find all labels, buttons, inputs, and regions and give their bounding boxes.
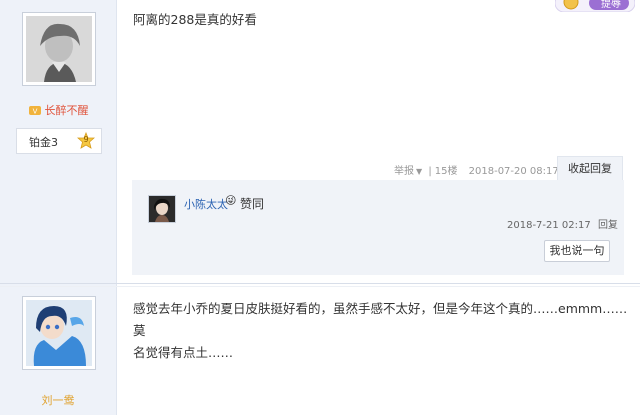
reply-box: 小陈太太 😜 赞同 2018-7-21 02:17 回复 我也说一句 bbox=[132, 180, 624, 275]
chevron-down-icon[interactable]: ▼ bbox=[416, 167, 422, 176]
post-author-name: 刘一鸯 bbox=[41, 394, 75, 407]
post-datetime: 2018-07-20 08:17 bbox=[468, 166, 559, 177]
post-content-line: 名觉得有点土…… bbox=[133, 345, 234, 360]
meta-divider: | bbox=[428, 166, 432, 177]
reply-link[interactable]: 回复 bbox=[598, 220, 618, 231]
avatar[interactable] bbox=[22, 12, 96, 86]
reply-text: 赞同 bbox=[240, 197, 265, 211]
svg-text:V: V bbox=[32, 108, 37, 116]
rank-badge-box: 铂金3 9 bbox=[16, 128, 102, 154]
badge-icons bbox=[554, 0, 636, 13]
vip-crown-icon: V bbox=[28, 104, 42, 116]
post-content-line: 感觉去年小乔的夏日皮肤挺好看的，虽然手感不太好，但是今年这个真的……emmm……… bbox=[133, 301, 628, 338]
post-divider-shadow bbox=[0, 286, 640, 287]
emoji-icon: 😜 bbox=[225, 194, 237, 207]
rank-level: 9 bbox=[83, 135, 89, 144]
post-meta: 举报 ▼ | 15楼 2018-07-20 08:17 bbox=[394, 162, 559, 180]
avatar[interactable] bbox=[22, 296, 96, 370]
floor-number: 15楼 bbox=[434, 166, 458, 177]
reply-datetime: 2018-7-21 02:17 bbox=[507, 220, 591, 231]
top-badge-label: 提辱 bbox=[601, 0, 621, 10]
rank-level-badge: 9 bbox=[76, 131, 96, 150]
reply-username[interactable]: 小陈太太 bbox=[184, 196, 228, 212]
reply-avatar-image bbox=[149, 196, 175, 222]
top-badges: 提辱 bbox=[554, 0, 636, 13]
add-comment-button[interactable]: 我也说一句 bbox=[544, 240, 610, 262]
post-content: 阿离的288是真的好看 bbox=[133, 12, 257, 27]
post-divider bbox=[0, 283, 640, 284]
post-author[interactable]: 刘一鸯 bbox=[0, 392, 116, 408]
user-avatar-image bbox=[26, 16, 92, 82]
user-avatar-image bbox=[26, 300, 92, 366]
reply-avatar[interactable] bbox=[148, 195, 176, 223]
reply-meta: 2018-7-21 02:17 回复 bbox=[507, 216, 618, 231]
post-author[interactable]: V 长醉不醒 bbox=[0, 102, 116, 118]
report-link[interactable]: 举报 bbox=[394, 166, 414, 177]
post-author-name: 长醉不醒 bbox=[44, 104, 89, 117]
collapse-replies-button[interactable]: 收起回复 bbox=[557, 156, 623, 180]
rank-label: 铂金3 bbox=[29, 136, 58, 149]
post-content: 感觉去年小乔的夏日皮肤挺好看的，虽然手感不太好，但是今年这个真的……emmm……… bbox=[133, 298, 633, 364]
